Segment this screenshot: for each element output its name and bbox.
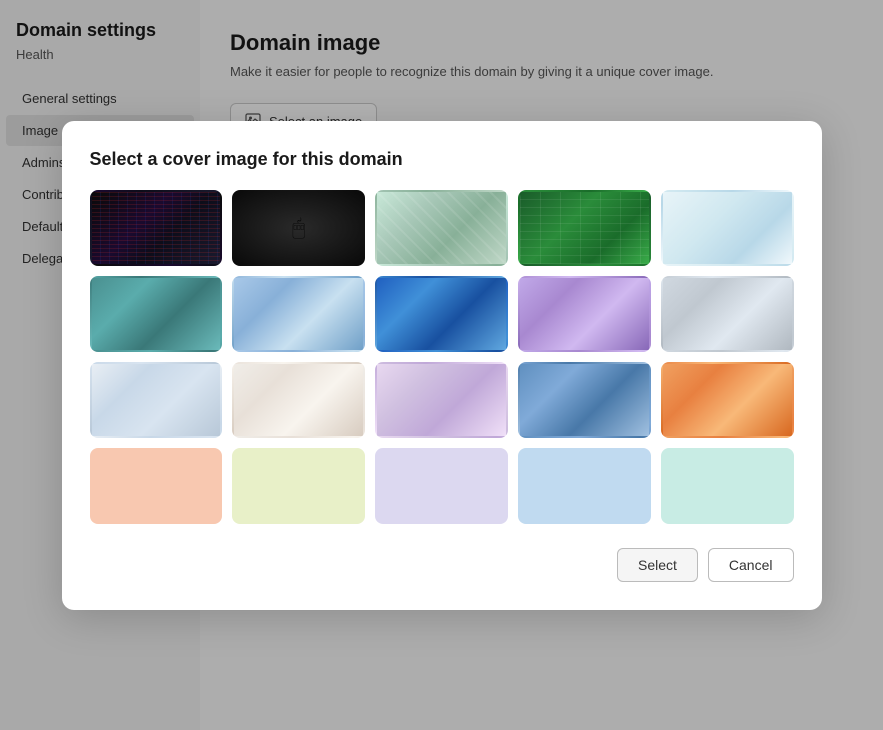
image-picker-modal: Select a cover image for this domain [62, 121, 822, 610]
image-option-notebook[interactable] [661, 190, 794, 266]
page-background: Domain settings Health General settings … [0, 0, 883, 730]
image-option-tech-chips[interactable] [375, 190, 508, 266]
image-option-dark-mouse[interactable] [232, 190, 365, 266]
modal-footer: Select Cancel [90, 548, 794, 582]
image-option-dark-code[interactable] [90, 190, 223, 266]
select-button[interactable]: Select [617, 548, 698, 582]
modal-overlay: Select a cover image for this domain [0, 0, 883, 730]
image-option-green-spreadsheet[interactable] [518, 190, 651, 266]
swatch-lavender[interactable] [375, 448, 508, 524]
image-option-stack-papers[interactable] [90, 362, 223, 438]
image-option-glass-cubes[interactable] [232, 276, 365, 352]
swatch-sky[interactable] [518, 448, 651, 524]
image-option-desk-plant[interactable] [232, 362, 365, 438]
image-option-3d-room[interactable] [661, 276, 794, 352]
image-option-laptop-purple[interactable] [375, 362, 508, 438]
cancel-button[interactable]: Cancel [708, 548, 794, 582]
image-option-purple-papers[interactable] [518, 276, 651, 352]
image-option-orange-abstract[interactable] [661, 362, 794, 438]
image-option-landscape-blue[interactable] [518, 362, 651, 438]
image-option-teal-blocks[interactable] [90, 276, 223, 352]
swatch-peach[interactable] [90, 448, 223, 524]
image-option-tablet-ui[interactable] [375, 276, 508, 352]
image-grid [90, 190, 794, 524]
modal-title: Select a cover image for this domain [90, 149, 794, 170]
swatch-lime[interactable] [232, 448, 365, 524]
swatch-mint[interactable] [661, 448, 794, 524]
